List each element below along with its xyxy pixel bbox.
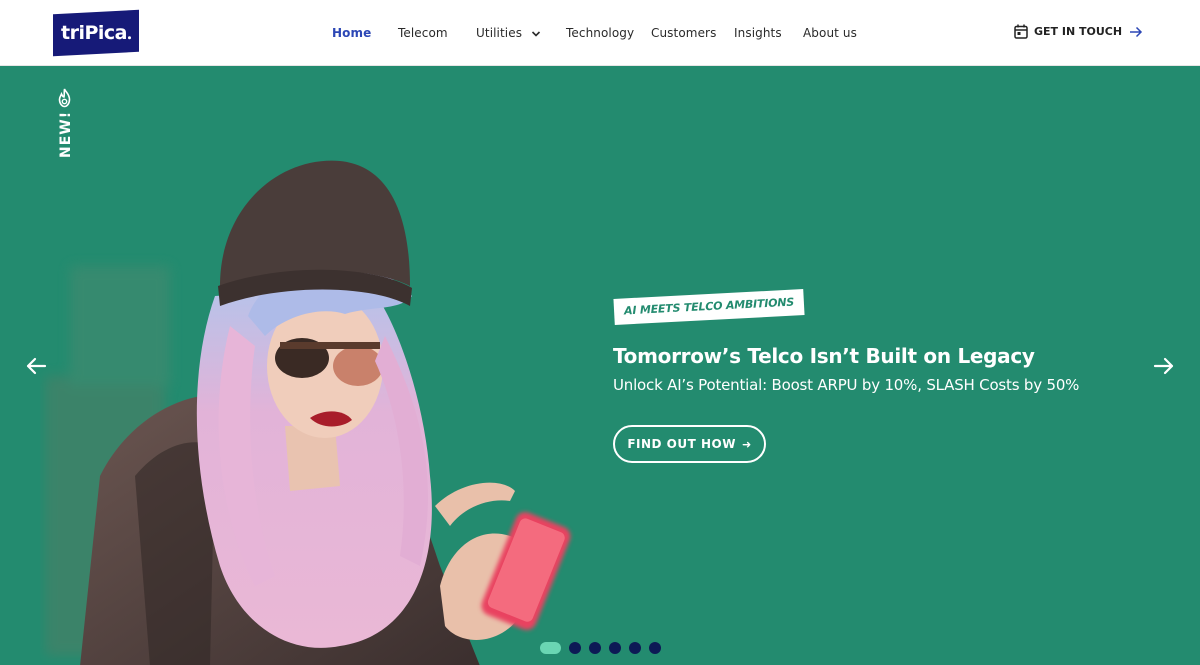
nav-utilities-label: Utilities bbox=[476, 26, 523, 40]
hero-headline: Tomorrow’s Telco Isn’t Built on Legacy bbox=[613, 344, 1035, 368]
arrow-right-icon bbox=[1130, 26, 1143, 37]
nav-insights[interactable]: Insights bbox=[734, 26, 782, 40]
get-in-touch-label: GET IN TOUCH bbox=[1034, 25, 1123, 38]
carousel-dot-2[interactable] bbox=[569, 642, 581, 654]
carousel-dot-3[interactable] bbox=[589, 642, 601, 654]
nav-about-us[interactable]: About us bbox=[803, 26, 857, 40]
nav-home[interactable]: Home bbox=[332, 26, 371, 40]
site-header: triPica Home Telecom Utilities Technolog… bbox=[0, 0, 1200, 66]
flame-icon bbox=[58, 88, 71, 108]
carousel-dot-4[interactable] bbox=[609, 642, 621, 654]
nav-customers[interactable]: Customers bbox=[651, 26, 716, 40]
hero-tag: AI MEETS TELCO AMBITIONS bbox=[613, 289, 805, 325]
calendar-icon bbox=[1014, 24, 1028, 39]
hero-image bbox=[45, 160, 571, 665]
hero-subline: Unlock AI’s Potential: Boost ARPU by 10%… bbox=[613, 376, 1080, 394]
carousel-dot-6[interactable] bbox=[649, 642, 661, 654]
nav-technology[interactable]: Technology bbox=[566, 26, 634, 40]
carousel-dot-1[interactable] bbox=[540, 642, 561, 654]
hero-carousel: NEW! AI MEETS TELCO AMBITIONS Tomorrow’s… bbox=[0, 66, 1200, 665]
arrow-right-icon: ➜ bbox=[741, 437, 752, 451]
nav-telecom[interactable]: Telecom bbox=[398, 26, 448, 40]
carousel-dots bbox=[540, 642, 669, 654]
carousel-dot-5[interactable] bbox=[629, 642, 641, 654]
chevron-down-icon bbox=[531, 30, 541, 37]
get-in-touch-link[interactable]: GET IN TOUCH bbox=[1014, 24, 1143, 39]
find-out-how-button[interactable]: FIND OUT HOW ➜ bbox=[613, 425, 766, 463]
arrow-right-icon[interactable] bbox=[1152, 354, 1176, 378]
find-out-how-label: FIND OUT HOW bbox=[627, 437, 736, 451]
nav-utilities[interactable]: Utilities bbox=[476, 26, 541, 40]
